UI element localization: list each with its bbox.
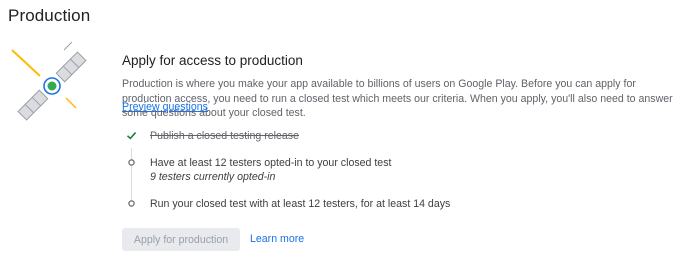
learn-more-link[interactable]: Learn more [250,233,304,245]
preview-questions-link[interactable]: Preview questions [122,101,208,113]
step-sublabel: 9 testers currently opted-in [150,171,276,183]
apply-for-production-button[interactable]: Apply for production [122,228,240,251]
step-label: Have at least 12 testers opted-in to you… [150,157,392,169]
card-title: Apply for access to production [122,53,303,68]
circle-icon [128,159,135,166]
circle-icon [128,200,135,207]
page-title: Production [8,6,91,25]
step-label: Publish a closed testing release [150,130,299,142]
step-label: Run your closed test with at least 12 te… [150,198,451,210]
check-icon [126,132,137,140]
timeline-line [131,148,132,200]
satellite-illustration [11,41,87,121]
card-description: Production is where you make your app av… [122,78,673,120]
